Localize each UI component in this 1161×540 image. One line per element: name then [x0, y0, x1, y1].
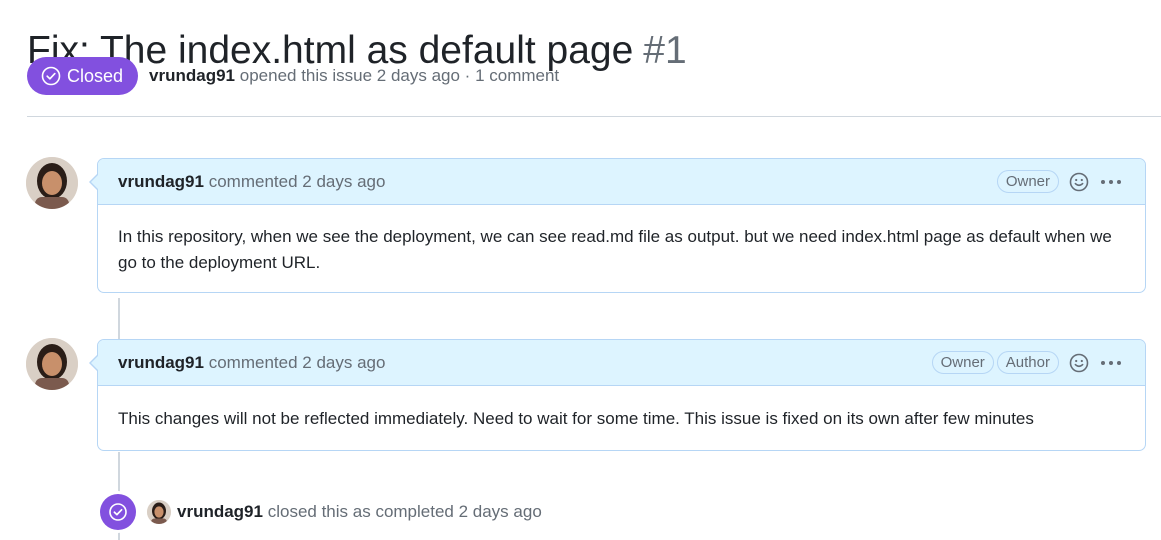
- comment-body: This changes will not be reflected immed…: [118, 409, 1034, 428]
- closed-event: vrundag91 closed this as completed 2 day…: [100, 494, 542, 530]
- closed-state-badge: Closed: [27, 57, 139, 95]
- comment-meta: vrundag91 commented 2 days ago: [118, 353, 385, 373]
- owner-label: Owner: [931, 351, 994, 374]
- owner-label: Owner: [996, 170, 1059, 193]
- smiley-icon[interactable]: [1067, 351, 1091, 375]
- issue-meta: vrundag91 opened this issue 2 days ago ·…: [149, 66, 559, 86]
- comment: vrundag91 commented 2 days ago Owner Aut…: [89, 339, 1146, 451]
- comment-author-link[interactable]: vrundag91: [118, 172, 204, 191]
- issue-author-link[interactable]: vrundag91: [149, 66, 235, 85]
- avatar[interactable]: [26, 157, 78, 209]
- issue-opened-text: opened this issue 2 days ago · 1 comment: [239, 66, 560, 85]
- issue-state-row: Closed vrundag91 opened this issue 2 day…: [27, 57, 559, 95]
- event-badge: [100, 494, 136, 530]
- header-divider: [27, 116, 1161, 117]
- comment-author-link[interactable]: vrundag91: [118, 353, 204, 372]
- avatar[interactable]: [147, 500, 171, 524]
- issue-number: #1: [643, 29, 687, 73]
- event-description: closed this as completed 2 days ago: [267, 502, 542, 521]
- comment-timestamp[interactable]: commented 2 days ago: [209, 172, 386, 191]
- timeline-connector: [118, 298, 120, 340]
- comment-header: vrundag91 commented 2 days ago Owner: [89, 159, 1145, 205]
- avatar[interactable]: [26, 338, 78, 390]
- check-circle-icon: [109, 503, 127, 521]
- kebab-horizontal-icon[interactable]: [1099, 170, 1123, 194]
- comment-timestamp[interactable]: commented 2 days ago: [209, 353, 386, 372]
- author-label: Author: [996, 351, 1059, 374]
- event-author-link[interactable]: vrundag91: [177, 502, 263, 521]
- comment: vrundag91 commented 2 days ago Owner In …: [89, 158, 1146, 293]
- event-text: vrundag91 closed this as completed 2 day…: [177, 502, 542, 522]
- comment-header: vrundag91 commented 2 days ago Owner Aut…: [89, 340, 1145, 386]
- comment-actions: Owner: [996, 159, 1123, 204]
- comment-actions: Owner Author: [931, 340, 1123, 385]
- check-circle-icon: [41, 66, 61, 86]
- smiley-icon[interactable]: [1067, 170, 1091, 194]
- comment-meta: vrundag91 commented 2 days ago: [118, 172, 385, 192]
- comment-body: In this repository, when we see the depl…: [118, 227, 1112, 272]
- state-label: Closed: [67, 65, 124, 86]
- kebab-horizontal-icon[interactable]: [1099, 351, 1123, 375]
